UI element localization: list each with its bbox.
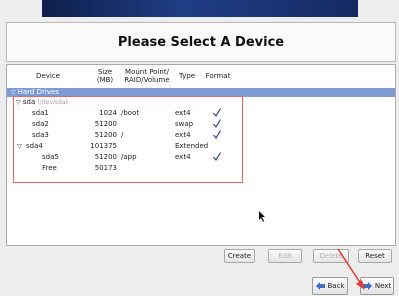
next-button[interactable]: Next — [360, 277, 394, 295]
back-button[interactable]: Back — [312, 277, 348, 295]
tree-row-sda[interactable]: ▽ sda (/dev/sda) — [16, 98, 68, 107]
column-header-type[interactable]: Type — [175, 65, 199, 86]
next-label: Next — [374, 282, 392, 290]
mouse-cursor-icon — [259, 211, 265, 222]
group-label: Hard Drives — [17, 88, 59, 96]
type-cell: ext4 — [175, 109, 191, 117]
type-cell: ext4 — [175, 153, 191, 161]
size-cell: 50173 — [94, 164, 117, 172]
format-check-icon — [213, 119, 221, 128]
size-cell: 101375 — [90, 142, 117, 150]
device-cell: sda3 — [32, 131, 49, 139]
device-cell: sda2 — [32, 120, 49, 128]
mount-cell: /boot — [121, 109, 140, 117]
column-header-size[interactable]: Size (MB) — [93, 65, 117, 86]
disk-name: sda — [22, 98, 36, 106]
size-cell: 51200 — [94, 153, 117, 161]
reset-button[interactable]: Reset — [358, 249, 392, 263]
edit-button[interactable]: Edit — [268, 249, 302, 263]
device-cell: sda5 — [42, 153, 59, 161]
back-arrow-icon — [315, 282, 325, 290]
expand-triangle-icon[interactable]: ▽ — [17, 142, 22, 151]
device-cell: Free — [42, 164, 57, 172]
format-check-icon — [213, 108, 221, 117]
type-cell: Extended — [175, 142, 209, 150]
top-banner — [42, 0, 358, 17]
column-header-format[interactable]: Format — [203, 65, 233, 86]
column-header-device[interactable]: Device — [21, 65, 75, 86]
device-table: Device Size (MB) Mount Point/ RAID/Volum… — [6, 64, 396, 246]
size-cell: 51200 — [94, 131, 117, 139]
title-panel: Please Select A Device — [6, 22, 396, 62]
create-button[interactable]: Create — [224, 249, 255, 263]
device-cell: sda4 — [26, 142, 43, 150]
column-header-mount-point[interactable]: Mount Point/ RAID/Volume — [119, 65, 175, 86]
device-cell: sda1 — [32, 109, 49, 117]
page-title: Please Select A Device — [117, 34, 285, 50]
delete-button[interactable]: Delete — [313, 249, 349, 263]
expand-triangle-icon[interactable]: ▽ — [16, 99, 21, 106]
format-check-icon — [213, 130, 221, 139]
type-cell: swap — [175, 120, 194, 128]
disk-path: (/dev/sda) — [37, 99, 68, 106]
back-label: Back — [327, 282, 345, 290]
type-cell: ext4 — [175, 131, 191, 139]
next-arrow-icon — [362, 282, 372, 290]
format-check-icon — [213, 152, 221, 161]
mount-cell: /app — [121, 153, 137, 161]
mount-cell: / — [121, 131, 124, 139]
size-cell: 1024 — [99, 109, 117, 117]
size-cell: 51200 — [94, 120, 117, 128]
